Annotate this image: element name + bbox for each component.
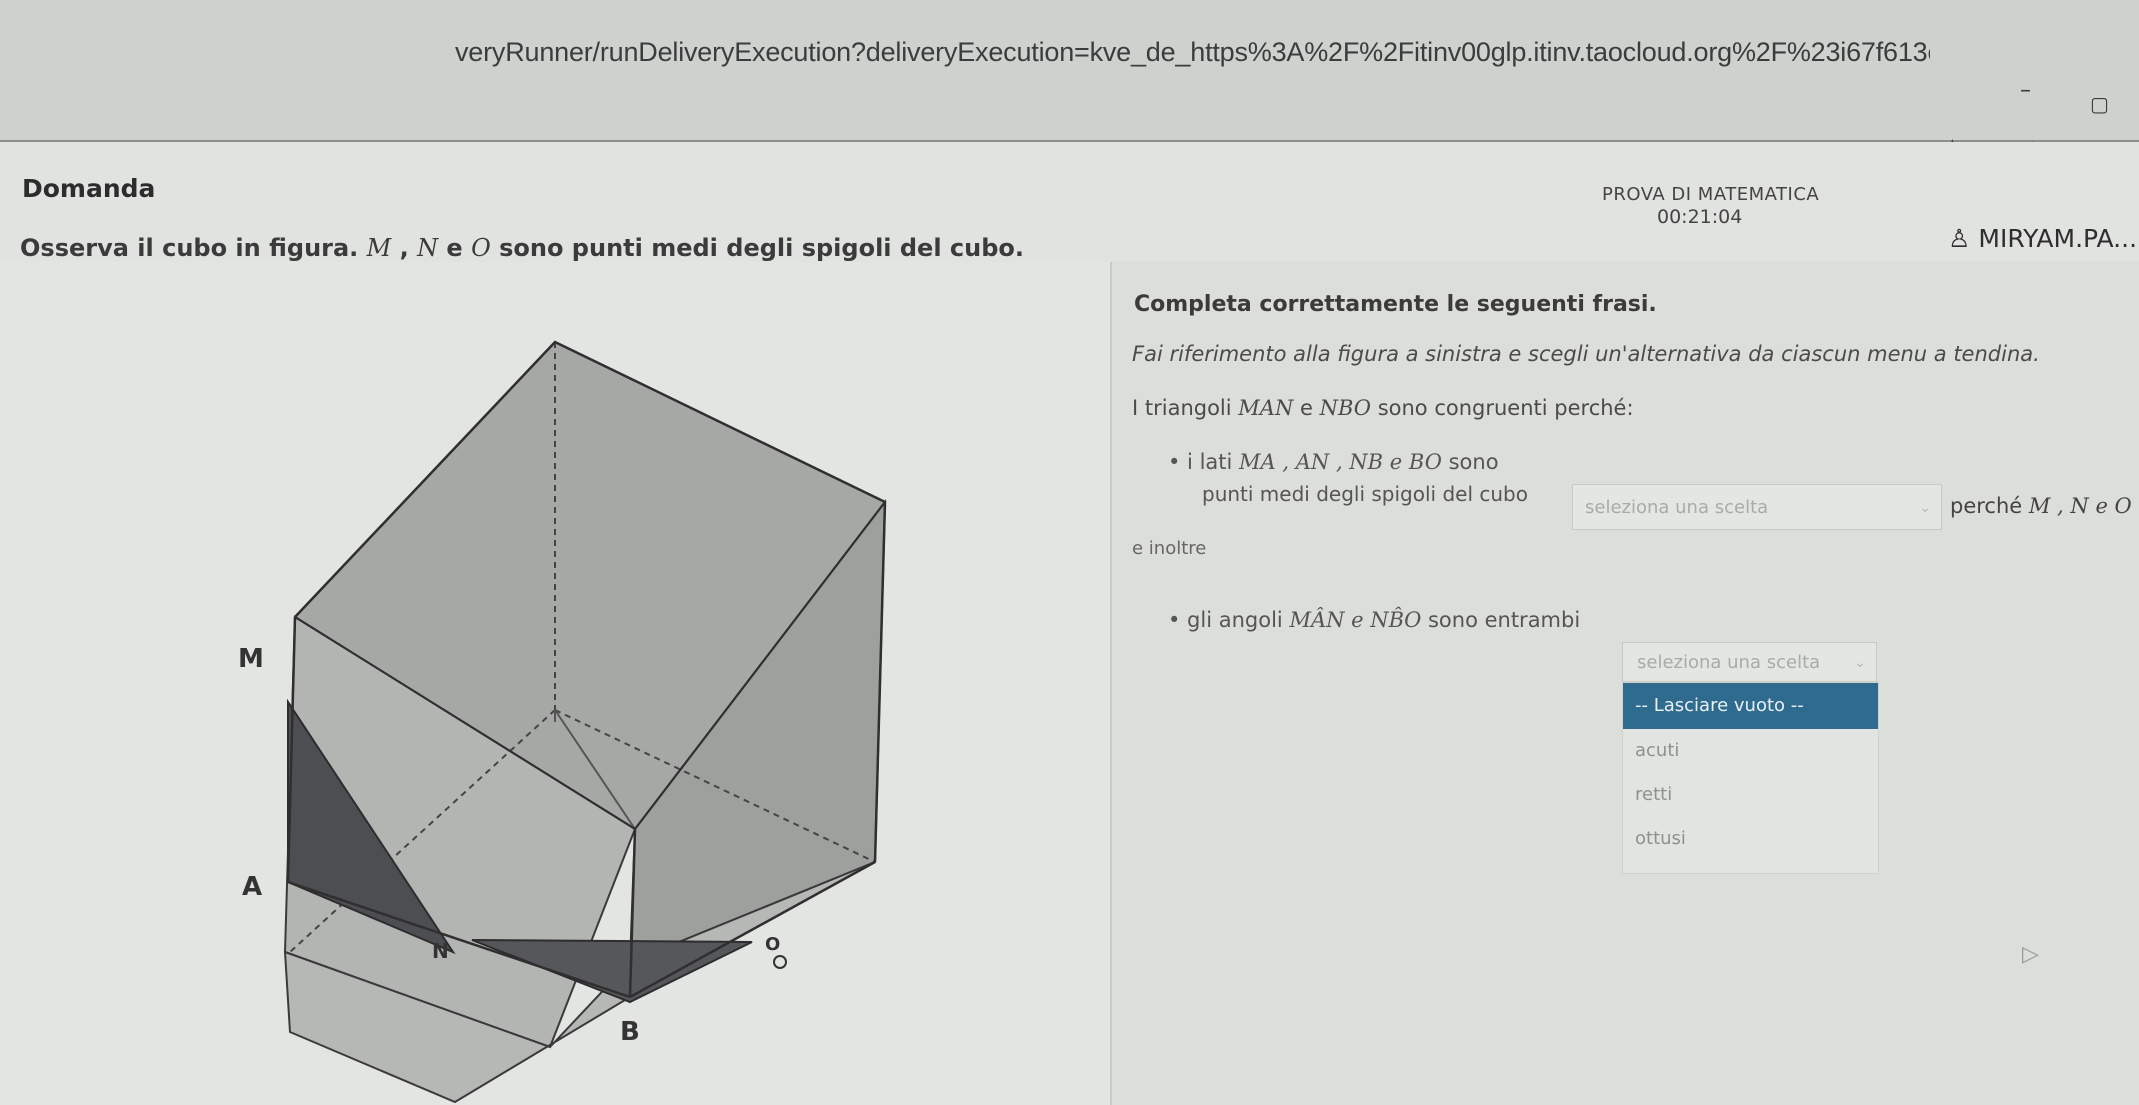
- minimize-icon[interactable]: –: [2020, 78, 2031, 103]
- label-m: M: [238, 644, 264, 674]
- cursor-icon: ▷: [2022, 942, 2039, 967]
- label-n: N: [432, 939, 449, 963]
- user-name: MIRYAM.PA...: [1978, 224, 2138, 253]
- prompt-text: Completa correttamente le seguenti frasi…: [1134, 292, 1657, 317]
- bullet-1-continuation: punti medi degli spigoli del cubo: [1202, 482, 1528, 506]
- test-title: PROVA DI MATEMATICA: [1602, 184, 1820, 205]
- browser-toolbar: veryRunner/runDeliveryExecution?delivery…: [0, 0, 2139, 174]
- dropdown-option[interactable]: acuti: [1623, 729, 1878, 773]
- cube-figure: [283, 340, 887, 1104]
- content-area: Osserva il cubo in figura. M , N e O son…: [0, 234, 2139, 1105]
- user-menu[interactable]: ♙ MIRYAM.PA...: [1948, 224, 2137, 253]
- question-text: Osserva il cubo in figura. M , N e O son…: [20, 234, 1025, 262]
- dropdown-option[interactable]: ottusi: [1623, 817, 1878, 861]
- address-bar[interactable]: veryRunner/runDeliveryExecution?delivery…: [0, 26, 1930, 78]
- dropdown-option[interactable]: -- Lasciare vuoto --: [1623, 683, 1878, 729]
- timer: 00:21:04: [1657, 206, 1743, 228]
- after-select-1-text: perché M , N e O sono: [1950, 494, 2139, 518]
- section-title: Domanda: [22, 174, 156, 203]
- statement-text: I triangoli MAN e NBO sono congruenti pe…: [1132, 396, 1634, 420]
- select-2-dropdown: -- Lasciare vuoto -- acuti retti ottusi: [1622, 682, 1879, 874]
- chevron-down-icon: ⌄: [1919, 500, 1931, 516]
- question-panel: Osserva il cubo in figura. M , N e O son…: [0, 234, 1110, 1105]
- label-o: O: [765, 934, 781, 955]
- label-a: A: [242, 872, 263, 902]
- restore-icon[interactable]: ▢: [2090, 92, 2109, 116]
- inoltre-text: e inoltre: [1132, 538, 1207, 559]
- instruction-text: Fai riferimento alla figura a sinistra e…: [1132, 342, 2040, 366]
- select-2[interactable]: seleziona una scelta ⌄: [1622, 642, 1877, 682]
- answer-panel: Completa correttamente le seguenti frasi…: [1110, 262, 2139, 1105]
- select-1[interactable]: seleziona una scelta ⌄: [1572, 484, 1942, 530]
- bullet-2: • gli angoli MÂN e NB̂O sono entrambi: [1168, 608, 1581, 632]
- user-icon: ♙: [1948, 224, 1971, 253]
- chevron-down-icon: ⌄: [1854, 655, 1866, 671]
- dropdown-option[interactable]: retti: [1623, 773, 1878, 817]
- point-o-marker: [773, 955, 787, 969]
- bullet-1: • i lati MA , AN , NB e BO sono: [1168, 450, 1499, 474]
- label-b: B: [620, 1017, 640, 1047]
